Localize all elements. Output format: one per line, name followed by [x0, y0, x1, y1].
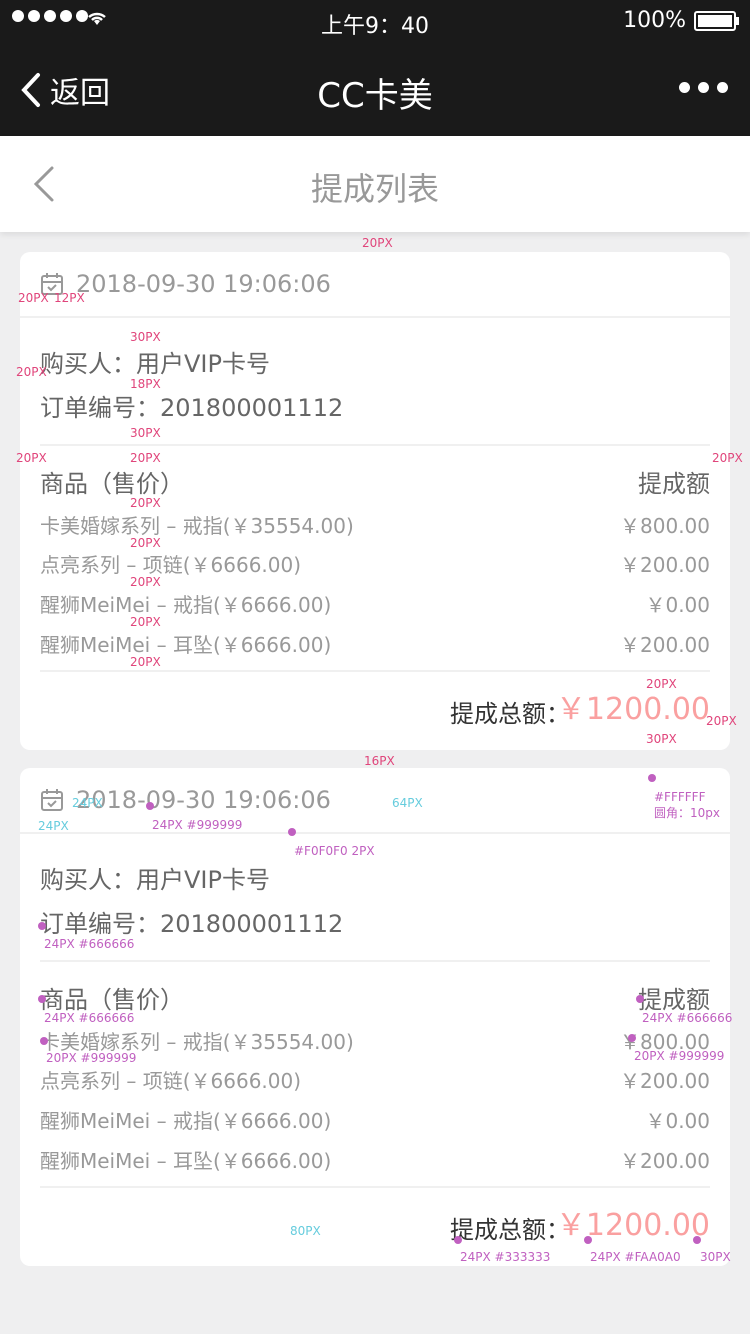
item-name: 醒狮MeiMei – 戒指(￥6666.00): [40, 1109, 332, 1133]
anno-dot: [648, 774, 656, 782]
item-amount: ￥200.00: [620, 633, 710, 657]
commission-header: 提成额: [638, 986, 710, 1014]
anno-total-right: 20PX: [706, 714, 737, 728]
anno-item-gap: 20PX: [130, 496, 161, 510]
anno-item-gap: 20PX: [130, 655, 161, 669]
sub-header: 提成列表: [0, 136, 750, 232]
anno-icon-size: 24PX: [72, 796, 103, 810]
battery: 100%: [623, 8, 739, 33]
item-amount: ￥200.00: [620, 1069, 710, 1093]
anno-card-bg: #FFFFFF: [654, 790, 706, 804]
anno-dot: [628, 1034, 636, 1042]
anno-info-font: 24PX #666666: [44, 937, 135, 951]
anno-dot: [584, 1236, 592, 1244]
anno-gap-top: 20PX: [362, 236, 393, 250]
item-amount: ￥800.00: [620, 514, 710, 538]
status-bar: 上午9：40 100%: [0, 0, 750, 40]
calendar-icon: [41, 789, 63, 811]
anno-card-radius: 圆角：10px: [654, 806, 720, 820]
anno-icon-size: 24PX: [38, 819, 69, 833]
anno-total-pad: 30PX: [700, 1250, 731, 1264]
anno-dot: [288, 828, 296, 836]
anno-info-bottom: 30PX: [130, 426, 161, 440]
anno-item-gap: 20PX: [130, 615, 161, 629]
item-amount: ￥200.00: [620, 553, 710, 577]
item-name: 醒狮MeiMei – 耳坠(￥6666.00): [40, 1149, 332, 1173]
item-name: 醒狮MeiMei – 耳坠(￥6666.00): [40, 633, 332, 657]
buyer-text: 购买人：用户VIP卡号: [40, 866, 270, 894]
anno-date-font: 24PX #999999: [152, 818, 243, 832]
more-icon[interactable]: [679, 82, 728, 93]
list-item: 卡美婚嫁系列 – 戒指(￥35554.00) ￥800.00: [40, 1026, 710, 1056]
battery-percent: 100%: [623, 8, 686, 33]
commission-card: 2018-09-30 19:06:06 购买人：用户VIP卡号 订单编号：201…: [20, 252, 730, 750]
anno-total-label-font: 24PX #333333: [460, 1250, 551, 1264]
anno-item-r-font: 20PX #999999: [634, 1049, 725, 1063]
anno-goods-right: 20PX: [712, 451, 743, 465]
nav-title: CC卡美: [317, 76, 433, 116]
total-label: 提成总额：: [450, 700, 570, 728]
anno-goods-top: 20PX: [130, 451, 161, 465]
commission-header: 提成额: [638, 470, 710, 498]
date-row: 2018-09-30 19:06:06: [20, 768, 730, 834]
item-name: 卡美婚嫁系列 – 戒指(￥35554.00): [40, 514, 354, 538]
page-title: 提成列表: [310, 170, 439, 208]
total-value: ￥1200.00: [555, 1208, 710, 1243]
battery-icon: [694, 10, 739, 31]
order-date: 2018-09-30 19:06:06: [76, 786, 331, 814]
anno-date-height: 64PX: [392, 796, 423, 810]
goods-list: 商品（售价） 提成额 卡美婚嫁系列 – 戒指(￥35554.00) ￥800.00…: [40, 962, 710, 1188]
goods-header: 商品（售价）: [40, 986, 184, 1014]
order-info: 购买人：用户VIP卡号 订单编号：201800001112: [40, 834, 710, 962]
list-item: 醒狮MeiMei – 戒指(￥6666.00) ￥0.00: [40, 1105, 710, 1135]
anno-head-r-font: 24PX #666666: [642, 1011, 733, 1025]
order-number: 订单编号：201800001112: [40, 394, 344, 422]
item-name: 点亮系列 – 项链(￥6666.00): [40, 553, 302, 577]
item-name: 醒狮MeiMei – 戒指(￥6666.00): [40, 593, 332, 617]
goods-list: 商品（售价） 提成额 卡美婚嫁系列 – 戒指(￥35554.00) ￥800.00…: [40, 446, 710, 672]
total-value: ￥1200.00: [555, 692, 710, 727]
anno-dot: [38, 922, 46, 930]
anno-total-top: 20PX: [646, 677, 677, 691]
item-amount: ￥0.00: [645, 593, 710, 617]
total-label: 提成总额：: [450, 1216, 570, 1244]
anno-card-gap: 16PX: [364, 754, 395, 768]
anno-dot: [38, 995, 46, 1003]
anno-divider: #F0F0F0 2PX: [294, 844, 375, 858]
anno-dot: [146, 802, 154, 810]
item-amount: ￥200.00: [620, 1149, 710, 1173]
order-number: 订单编号：201800001112: [40, 910, 344, 938]
anno-dot: [40, 1037, 48, 1045]
anno-total-height: 80PX: [290, 1224, 321, 1238]
anno-icon-gap: 12PX: [54, 291, 85, 305]
anno-total-val-font: 24PX #FAA0A0: [590, 1250, 681, 1264]
anno-line-gap: 18PX: [130, 377, 161, 391]
anno-head-font: 24PX #666666: [44, 1011, 135, 1025]
item-amount: ￥0.00: [645, 1109, 710, 1133]
buyer-text: 购买人：用户VIP卡号: [40, 350, 270, 378]
date-row: 2018-09-30 19:06:06: [20, 252, 730, 318]
anno-dot: [693, 1236, 701, 1244]
anno-dot: [636, 995, 644, 1003]
list-item: 醒狮MeiMei – 耳坠(￥6666.00) ￥200.00: [40, 1145, 710, 1175]
anno-total-bottom: 30PX: [646, 732, 677, 746]
list-item: 点亮系列 – 项链(￥6666.00) ￥200.00: [40, 1065, 710, 1095]
navbar: 返回 CC卡美: [0, 40, 750, 136]
order-date: 2018-09-30 19:06:06: [76, 270, 331, 298]
anno-item-gap: 20PX: [130, 575, 161, 589]
goods-header: 商品（售价）: [40, 470, 184, 498]
anno-info-left: 20PX: [16, 365, 47, 379]
anno-item-gap: 20PX: [130, 536, 161, 550]
anno-goods-left: 20PX: [16, 451, 47, 465]
item-name: 点亮系列 – 项链(￥6666.00): [40, 1069, 302, 1093]
anno-item-font: 20PX #999999: [46, 1051, 137, 1065]
anno-left-pad: 20PX: [18, 291, 49, 305]
anno-info-top: 30PX: [130, 330, 161, 344]
anno-dot: [454, 1236, 462, 1244]
total-row: 提成总额： ￥1200.00: [20, 672, 730, 752]
